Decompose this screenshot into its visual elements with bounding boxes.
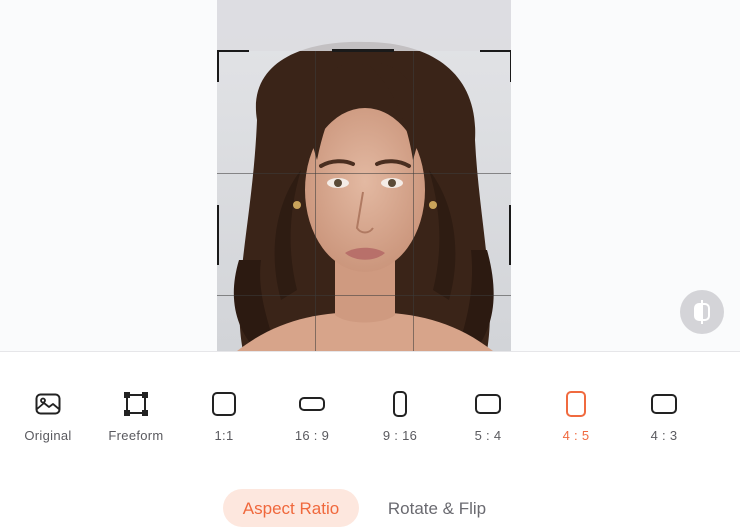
- ratio-option-16-9[interactable]: 16 : 9: [277, 385, 347, 455]
- portrait-4-5-icon: [556, 385, 596, 423]
- crop-handle-left-center[interactable]: [217, 205, 219, 265]
- crop-overlay-top: [217, 0, 511, 51]
- crop-handle-right-center[interactable]: [509, 205, 511, 265]
- image-icon: [28, 385, 68, 423]
- divider: [0, 351, 740, 352]
- ratio-label: 9 : 16: [382, 428, 418, 443]
- tab-rotate-flip[interactable]: Rotate & Flip: [372, 489, 502, 527]
- crop-handle-top-center[interactable]: [332, 49, 394, 52]
- ratio-label: Original: [24, 428, 72, 443]
- ratio-option-freeform[interactable]: Freeform: [101, 385, 171, 455]
- ratio-option-1-1[interactable]: 1:1: [189, 385, 259, 455]
- aspect-ratio-options: Original Freeform 1:1 16 : 9 9 : 16 5: …: [0, 385, 740, 455]
- ratio-option-4-3[interactable]: 4 : 3: [629, 385, 699, 455]
- landscape-4-3-icon: [644, 385, 684, 423]
- crop-canvas: [0, 0, 740, 351]
- freeform-crop-icon: [116, 385, 156, 423]
- ratio-label: 4 : 3: [650, 428, 678, 443]
- image-frame: [217, 0, 511, 351]
- compare-button[interactable]: [680, 290, 724, 334]
- ratio-option-original[interactable]: Original: [13, 385, 83, 455]
- grid-line-horizontal-1: [217, 173, 511, 174]
- ratio-label: 1:1: [214, 428, 234, 443]
- ratio-option-5-4[interactable]: 5 : 4: [453, 385, 523, 455]
- ratio-label: 4 : 5: [562, 428, 590, 443]
- compare-icon: [694, 300, 710, 324]
- editor-tabs: Aspect Ratio Rotate & Flip: [0, 489, 740, 527]
- ratio-label: Freeform: [108, 428, 164, 443]
- tab-aspect-ratio[interactable]: Aspect Ratio: [223, 489, 359, 527]
- landscape-5-4-icon: [468, 385, 508, 423]
- grid-line-vertical-1: [315, 51, 316, 351]
- square-ratio-icon: [204, 385, 244, 423]
- portrait-photo: [217, 0, 511, 351]
- ratio-option-4-5[interactable]: 4 : 5: [541, 385, 611, 455]
- ratio-label: 16 : 9: [294, 428, 330, 443]
- crop-handle-top-left[interactable]: [217, 50, 249, 82]
- landscape-16-9-icon: [292, 385, 332, 423]
- grid-line-vertical-2: [413, 51, 414, 351]
- portrait-9-16-icon: [380, 385, 420, 423]
- grid-line-horizontal-2: [217, 295, 511, 296]
- ratio-label: 5 : 4: [474, 428, 502, 443]
- ratio-option-9-16[interactable]: 9 : 16: [365, 385, 435, 455]
- crop-handle-top-right[interactable]: [480, 50, 511, 82]
